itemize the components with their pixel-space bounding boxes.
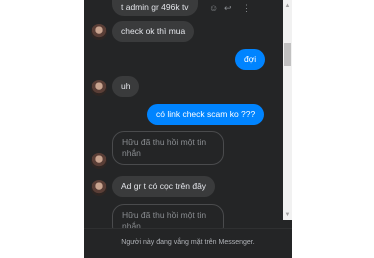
chat-panel: t admin gr 496k tv ☺ ↩ ⋮ check ok thì mu… bbox=[84, 0, 292, 257]
conversation-footer: Người này đang vắng mặt trên Messenger. bbox=[84, 228, 292, 258]
avatar[interactable] bbox=[91, 24, 107, 40]
message-bubble-outgoing[interactable]: có link check scam ko ??? bbox=[147, 104, 265, 125]
scroll-up-icon[interactable]: ▲ bbox=[283, 2, 292, 10]
reply-icon[interactable]: ↩ bbox=[224, 3, 232, 13]
away-status-text: Người này đang vắng mặt trên Messenger. bbox=[121, 239, 255, 246]
scrollbar[interactable]: ▲ ▼ bbox=[283, 0, 292, 220]
message-bubble-incoming[interactable]: check ok thì mua bbox=[112, 21, 195, 42]
avatar[interactable] bbox=[91, 180, 107, 196]
avatar[interactable] bbox=[91, 153, 107, 169]
more-vertical-icon[interactable]: ⋮ bbox=[242, 3, 251, 13]
smiley-icon[interactable]: ☺ bbox=[209, 3, 218, 13]
message-bubble-outgoing[interactable]: đợi bbox=[235, 49, 266, 70]
avatar[interactable] bbox=[91, 80, 107, 96]
recalled-message: Hữu đã thu hồi một tin nhắn bbox=[112, 131, 224, 165]
message-bubble-incoming[interactable]: t admin gr 496k tv bbox=[112, 0, 198, 16]
scrollbar-thumb[interactable] bbox=[284, 43, 291, 66]
message-bubble-incoming[interactable]: Ad gr t có cọc trên đây bbox=[112, 176, 216, 197]
message-bubble-incoming[interactable]: uh bbox=[112, 76, 140, 97]
scroll-down-icon[interactable]: ▼ bbox=[283, 211, 292, 219]
